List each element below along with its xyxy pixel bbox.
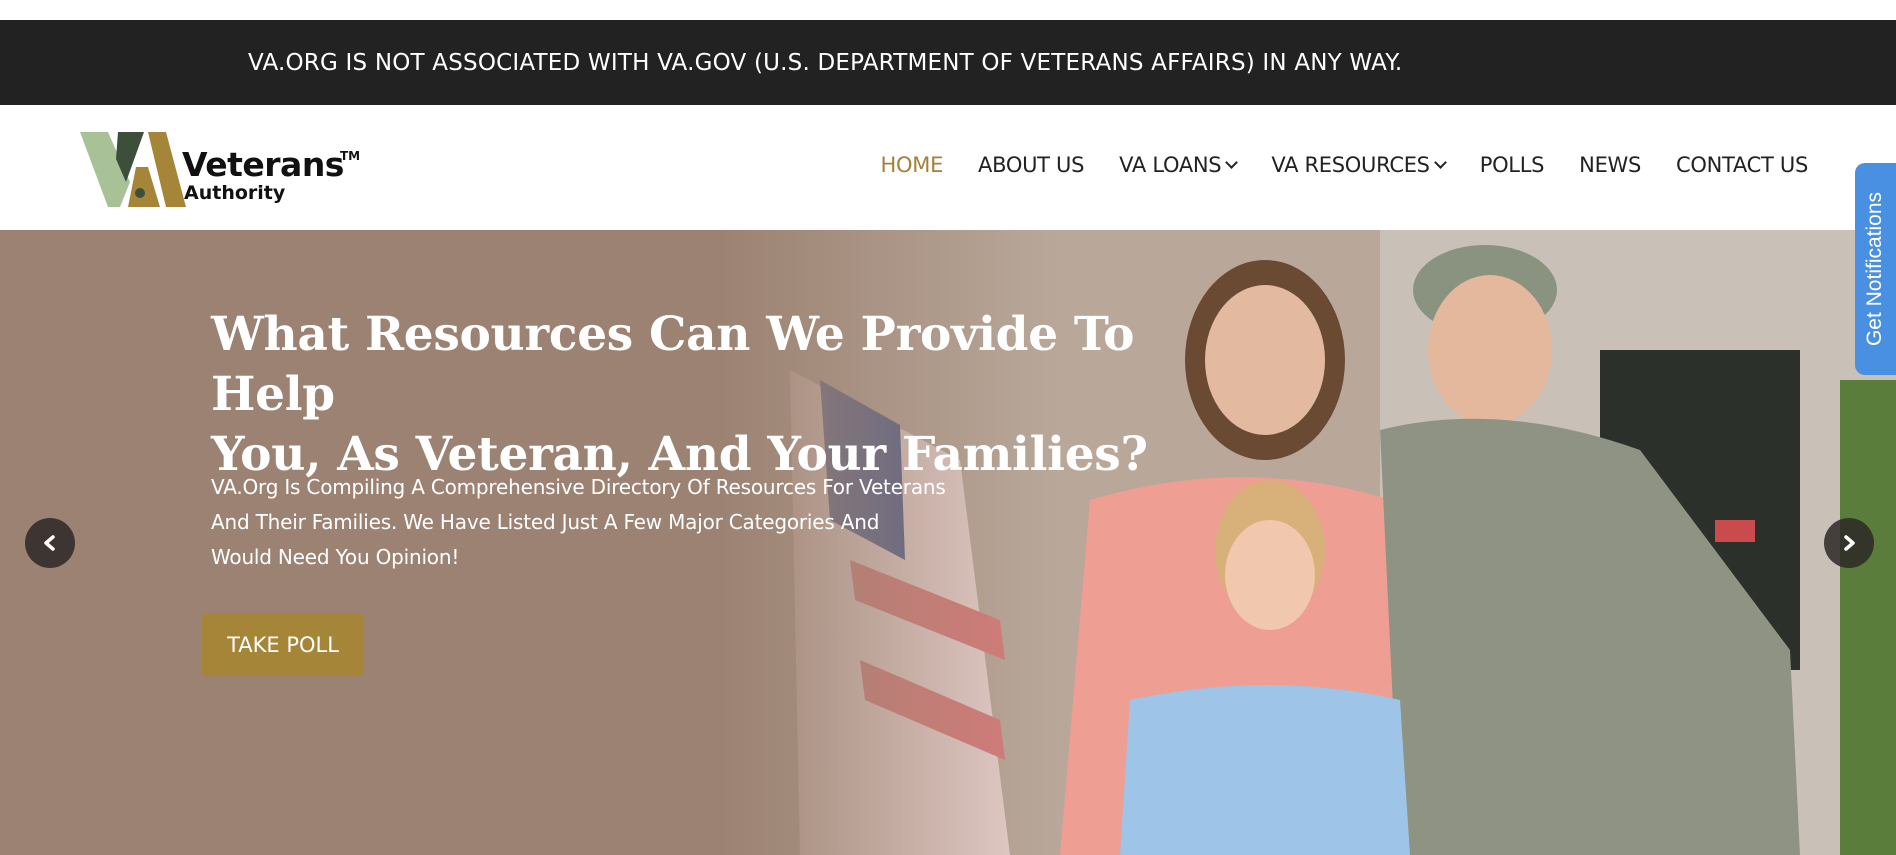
take-poll-button[interactable]: TAKE POLL <box>202 613 364 676</box>
hero-title: What Resources Can We Provide To Help Yo… <box>211 305 1211 485</box>
disclaimer-text: VA.ORG IS NOT ASSOCIATED WITH VA.GOV (U.… <box>248 49 1403 76</box>
nav-label: POLLS <box>1479 153 1545 177</box>
hero-desc-line: VA.Org Is Compiling A Comprehensive Dire… <box>211 475 946 499</box>
nav-item-contact-us[interactable]: CONTACT US <box>1676 153 1808 177</box>
site-header: Veterans TM Authority HOME ABOUT US VA L… <box>0 105 1896 230</box>
logo-wordmark: Veterans <box>182 145 344 184</box>
chevron-down-icon <box>1433 155 1447 169</box>
nav-label: ABOUT US <box>978 153 1085 177</box>
hero-desc-line: And Their Families. We Have Listed Just … <box>211 510 880 534</box>
chevron-right-icon <box>1844 535 1855 551</box>
nav-item-news[interactable]: NEWS <box>1579 153 1641 177</box>
chevron-left-icon <box>44 535 55 551</box>
nav-item-about-us[interactable]: ABOUT US <box>978 153 1084 177</box>
chevron-down-icon <box>1225 155 1239 169</box>
nav-label: NEWS <box>1579 153 1642 177</box>
slider-prev-button[interactable] <box>25 518 75 568</box>
logo-subtitle: Authority <box>184 182 286 204</box>
nav-item-polls[interactable]: POLLS <box>1479 153 1545 177</box>
va-logo-mark-icon <box>80 132 186 207</box>
get-notifications-tab[interactable]: Get Notifications <box>1855 163 1896 375</box>
nav-label: HOME <box>880 153 944 177</box>
nav-item-va-resources[interactable]: VA RESOURCES <box>1271 153 1447 177</box>
nav-label: VA LOANS <box>1119 153 1222 177</box>
site-logo[interactable]: Veterans TM Authority <box>78 127 368 213</box>
take-poll-label: TAKE POLL <box>227 632 339 657</box>
nav-item-va-loans[interactable]: VA LOANS <box>1119 153 1239 177</box>
nav-label: CONTACT US <box>1676 153 1808 177</box>
hero-slider: What Resources Can We Provide To Help Yo… <box>0 230 1896 855</box>
hero-desc-line: Would Need You Opinion! <box>211 545 460 569</box>
disclaimer-bar: VA.ORG IS NOT ASSOCIATED WITH VA.GOV (U.… <box>0 20 1896 105</box>
nav-label: VA RESOURCES <box>1271 153 1430 177</box>
hero-title-line: What Resources Can We Provide To Help <box>211 307 1135 422</box>
main-nav: HOME ABOUT US VA LOANS VA RESOURCES POLL… <box>846 153 1809 177</box>
slider-next-button[interactable] <box>1824 518 1874 568</box>
hero-description: VA.Org Is Compiling A Comprehensive Dire… <box>211 470 951 575</box>
get-notifications-label: Get Notifications <box>1863 191 1887 347</box>
logo-trademark: TM <box>340 149 361 163</box>
nav-item-home[interactable]: HOME <box>881 153 944 177</box>
